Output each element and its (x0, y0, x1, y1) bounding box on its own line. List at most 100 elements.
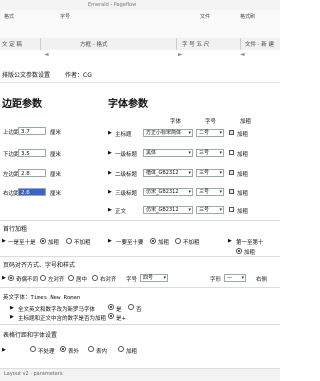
font-select[interactable]: 仿宋_GB2312 ▾ (143, 188, 193, 196)
bold-label: 加粗 (237, 209, 249, 215)
ruler-marker-icon[interactable]: ◄ (44, 51, 49, 58)
ruler-marker-icon[interactable]: ► (178, 51, 183, 58)
strip-right2[interactable]: 文件 · 新 建 (245, 40, 274, 48)
bold-checkbox[interactable] (229, 170, 234, 175)
strip-mid[interactable]: 方框 - 格式 (80, 40, 107, 48)
font-select[interactable]: 黑体 ▾ (143, 149, 193, 157)
english-question-2: 主标题和正文中含的数字是否为加粗 (18, 316, 107, 322)
page-number-size-select[interactable]: 四号 ▾ (140, 274, 168, 282)
bold-checkbox[interactable] (229, 150, 234, 155)
table-option-label: 不处理 (38, 349, 55, 355)
table-title: 表格行距和字体设置 (3, 332, 58, 339)
bold-radio-label: 加粗 (244, 250, 256, 256)
bold-radio[interactable] (150, 238, 156, 244)
strip-left[interactable]: 文 定 稿 (2, 40, 22, 48)
size-select[interactable]: 三号 ▾ (196, 206, 224, 214)
chevron-down-icon: ▾ (188, 207, 191, 213)
font-row-label: 二级标题 (115, 172, 138, 178)
author-label: 作者：CG (65, 72, 92, 79)
font-select[interactable]: 方正小标宋简体 ▾ (143, 129, 193, 137)
divider (240, 38, 241, 50)
number-bold-yes-radio[interactable] (108, 313, 114, 319)
bold-radio[interactable] (236, 248, 242, 254)
ribbon-item-3[interactable]: 文件 (200, 13, 210, 20)
table-radio-none[interactable] (30, 346, 36, 352)
english-yes-radio[interactable] (108, 304, 114, 310)
size-select[interactable]: 三号 ▾ (196, 149, 224, 157)
divider (0, 324, 280, 325)
no-bold-radio-label: 不加粗 (74, 240, 91, 246)
size-select[interactable]: 三号 ▾ (196, 169, 224, 177)
size-select[interactable]: 三号 ▾ (196, 188, 224, 196)
table-option-label: 表内 (96, 349, 108, 355)
chevron-down-icon: ▾ (219, 150, 222, 156)
unit-label: 厘米 (50, 172, 62, 178)
top-margin-input[interactable]: 3.7 (18, 127, 46, 135)
bullet-triangle-icon: ▶ (228, 238, 232, 244)
bold-label: 加粗 (237, 152, 249, 158)
bold-col-header: 加粗 (240, 119, 252, 125)
divider (176, 38, 177, 50)
ribbon-item-4[interactable]: 格式刷 (240, 13, 255, 20)
divider (0, 256, 280, 257)
chevron-down-icon: ▾ (219, 207, 222, 213)
bottom-margin-input[interactable]: 3.5 (18, 149, 46, 157)
align-radio-left[interactable] (40, 275, 46, 281)
strip-right1[interactable]: 字 号 五 尺 (182, 40, 209, 48)
size-label: 字号 (126, 277, 138, 283)
table-radio-bold[interactable] (118, 346, 124, 352)
align-radio-right[interactable] (92, 275, 98, 281)
version-label: Layout v2 · parameters (4, 371, 63, 377)
align-option-label: 右对齐 (100, 277, 117, 283)
right-side-label: 右侧 (256, 277, 268, 283)
align-radio-odd-even[interactable] (8, 275, 14, 281)
bullet-triangle-icon: ▶ (108, 130, 112, 136)
font-select-value: 仿宋_GB2312 (146, 189, 179, 195)
chevron-down-icon: ▾ (188, 189, 191, 195)
first-line-label: 第一至第十 (236, 240, 264, 246)
right-margin-input[interactable]: 2.6 (18, 188, 46, 196)
bold-checkbox[interactable] (229, 189, 234, 194)
bold-radio[interactable] (40, 238, 46, 244)
chevron-down-icon: ▾ (219, 130, 222, 136)
table-option-label: 表外 (68, 349, 80, 355)
font-row-label: 三级标题 (115, 191, 138, 197)
size-select-value: 三号 (199, 207, 210, 213)
chevron-down-icon: ▾ (219, 189, 222, 195)
font-select-value: 楷体_GB2312 (146, 170, 179, 176)
window-title: Emerald - Pageflow (88, 2, 137, 8)
font-row-label: 正文 (115, 209, 127, 215)
bold-radio-label: 加粗 (48, 240, 60, 246)
no-bold-radio[interactable] (66, 238, 72, 244)
ribbon: 格式 字号 文件 格式刷 (0, 10, 280, 39)
font-select-value: 黑体 (146, 150, 157, 156)
bullet-triangle-icon: ▶ (10, 305, 14, 311)
english-no-radio[interactable] (128, 304, 134, 310)
size-select-value: 三号 (199, 189, 210, 195)
ruler-marker-icon[interactable]: ◄ (240, 51, 245, 58)
bullet-triangle-icon: ▶ (2, 238, 6, 244)
align-radio-center[interactable] (68, 275, 74, 281)
page-number-style-select[interactable]: — ▾ (224, 274, 246, 282)
table-radio-outside[interactable] (60, 346, 66, 352)
dialog-title: 排版公文参数设置 (2, 72, 51, 79)
first-line-label: 一是至十是 (8, 240, 36, 246)
font-select[interactable]: 楷体_GB2312 ▾ (143, 169, 193, 177)
ribbon-item-2[interactable]: 字号 (60, 13, 70, 20)
font-select-value: 仿宋_GB2312 (146, 207, 179, 213)
unit-label: 厘米 (50, 152, 62, 158)
size-select[interactable]: 二号 ▾ (196, 129, 224, 137)
bullet-triangle-icon: ▶ (108, 150, 112, 156)
size-select-value: 三号 (199, 150, 210, 156)
table-radio-inside[interactable] (88, 346, 94, 352)
ribbon-item-1[interactable]: 格式 (4, 13, 14, 20)
font-col-header: 字体 (170, 119, 182, 125)
font-select[interactable]: 仿宋_GB2312 ▾ (143, 206, 193, 214)
left-margin-input[interactable]: 2.8 (18, 169, 46, 177)
divider (0, 220, 280, 221)
bullet-triangle-icon: ▶ (108, 207, 112, 213)
no-bold-radio-label: 不加粗 (183, 240, 200, 246)
no-bold-radio[interactable] (175, 238, 181, 244)
bold-checkbox[interactable] (229, 207, 234, 212)
bold-checkbox[interactable] (229, 130, 234, 135)
